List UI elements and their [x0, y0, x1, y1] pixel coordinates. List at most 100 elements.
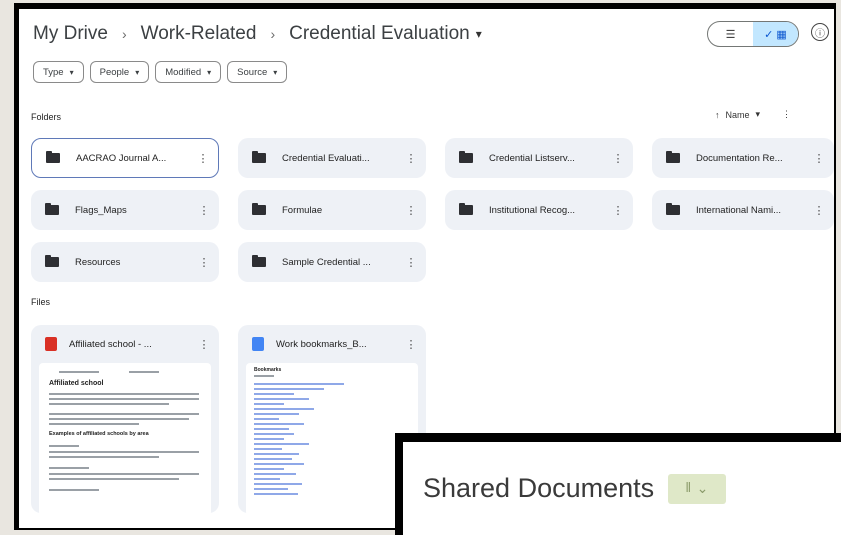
library-view-button[interactable]: 𝍪 ⌄	[668, 473, 727, 504]
breadcrumb-my-drive[interactable]: My Drive	[33, 23, 108, 45]
folder-name: Credential Evaluati...	[282, 152, 370, 164]
preview-link-line	[254, 413, 299, 415]
more-options-icon[interactable]: ⋮	[195, 256, 213, 269]
folder-item[interactable]: International Nami... ⋮	[652, 190, 834, 230]
chip-label: People	[99, 66, 130, 78]
preview-heading: Affiliated school	[49, 380, 104, 387]
breadcrumb-current-folder[interactable]: Credential Evaluation	[289, 23, 470, 45]
preview-line	[49, 393, 199, 395]
folder-name: Formulae	[282, 204, 323, 216]
sort-control: ↑ Name ▾ ⋮	[715, 109, 791, 120]
filter-chips: Type ▾ People ▾ Modified ▾ Source ▾	[33, 61, 288, 83]
preview-link-line	[254, 488, 288, 490]
chevron-down-icon[interactable]: ▾	[476, 27, 482, 41]
preview-line	[49, 489, 99, 491]
info-icon[interactable]: ⓘ	[811, 23, 829, 41]
shared-documents-title[interactable]: Shared Documents	[423, 473, 654, 504]
preview-link-line	[254, 433, 294, 435]
preview-line	[49, 478, 179, 480]
filter-modified-button[interactable]: Modified ▾	[155, 61, 222, 83]
breadcrumb-work-related[interactable]: Work-Related	[141, 23, 257, 45]
folder-item[interactable]: Documentation Re... ⋮	[652, 138, 834, 178]
more-options-icon[interactable]: ⋮	[402, 204, 420, 217]
preview-link-line	[254, 428, 289, 430]
more-options-icon[interactable]: ⋮	[810, 152, 828, 165]
preview-link-line	[254, 423, 304, 425]
preview-line	[129, 371, 159, 373]
more-options-icon[interactable]: ⋮	[195, 338, 213, 351]
folder-icon	[45, 255, 59, 267]
more-options-icon[interactable]: ⋮	[782, 109, 791, 120]
folder-item[interactable]: Sample Credential ... ⋮	[238, 242, 426, 282]
folder-item[interactable]: AACRAO Journal A... ⋮	[31, 138, 219, 178]
file-item[interactable]: Affiliated school - ... ⋮ Affiliated sch…	[31, 325, 219, 513]
sort-by-button[interactable]: Name	[726, 110, 750, 120]
preview-line	[49, 456, 159, 458]
more-options-icon[interactable]: ⋮	[609, 152, 627, 165]
more-options-icon[interactable]: ⋮	[810, 204, 828, 217]
preview-line	[49, 467, 89, 469]
folder-name: International Nami...	[696, 204, 782, 216]
chip-label: Type	[43, 66, 64, 78]
preview-line	[49, 403, 169, 405]
file-preview: Affiliated school Examples of affiliated…	[39, 363, 211, 513]
folder-name: AACRAO Journal A...	[76, 152, 167, 164]
preview-link-line	[254, 403, 284, 405]
sort-direction-icon[interactable]: ↑	[715, 110, 720, 120]
view-toggle: ☰ ✓ ▦	[707, 21, 799, 47]
preview-link-line	[254, 493, 298, 495]
folders-heading: Folders	[31, 112, 62, 122]
preview-link-line	[254, 453, 299, 455]
folder-name: Sample Credential ...	[282, 256, 371, 268]
more-options-icon[interactable]: ⋮	[194, 152, 212, 165]
chevron-down-icon: ▾	[69, 67, 74, 77]
preview-link-line	[254, 468, 284, 470]
folder-item[interactable]: Formulae ⋮	[238, 190, 426, 230]
chip-label: Modified	[165, 66, 202, 78]
folder-icon	[46, 151, 60, 163]
folder-icon	[252, 255, 266, 267]
folder-item[interactable]: Credential Evaluati... ⋮	[238, 138, 426, 178]
folder-item[interactable]: Flags_Maps ⋮	[31, 190, 219, 230]
filter-source-button[interactable]: Source ▾	[227, 61, 288, 83]
folder-name: Flags_Maps	[75, 204, 127, 216]
preview-link-line	[254, 478, 280, 480]
more-options-icon[interactable]: ⋮	[609, 204, 627, 217]
folder-item[interactable]: Resources ⋮	[31, 242, 219, 282]
preview-link-line	[254, 463, 304, 465]
preview-link-line	[254, 458, 292, 460]
folder-icon	[459, 151, 473, 163]
more-options-icon[interactable]: ⋮	[402, 338, 420, 351]
grid-icon: ✓ ▦	[764, 28, 787, 41]
folder-name: Documentation Re...	[696, 152, 783, 164]
breadcrumb-separator: ›	[270, 26, 276, 42]
folder-name: Resources	[75, 256, 121, 268]
preview-line	[49, 423, 139, 425]
more-options-icon[interactable]: ⋮	[195, 204, 213, 217]
files-heading: Files	[31, 297, 51, 307]
folder-icon	[252, 151, 266, 163]
chevron-down-icon[interactable]: ▾	[756, 109, 761, 120]
folder-item[interactable]: Institutional Recog... ⋮	[445, 190, 633, 230]
preview-link-line	[254, 418, 279, 420]
more-options-icon[interactable]: ⋮	[402, 256, 420, 269]
filter-type-button[interactable]: Type ▾	[33, 61, 84, 83]
filter-people-button[interactable]: People ▾	[89, 61, 150, 83]
list-view-button[interactable]: ☰	[708, 22, 753, 46]
preview-link-line	[254, 473, 296, 475]
breadcrumb-separator: ›	[121, 26, 127, 42]
file-preview: Bookmarks	[246, 363, 418, 513]
preview-link-line	[254, 388, 324, 390]
folder-icon	[666, 203, 680, 215]
preview-line	[49, 418, 189, 420]
folder-name: Institutional Recog...	[489, 204, 576, 216]
preview-link-line	[254, 393, 294, 395]
chevron-down-icon: ▾	[273, 67, 278, 77]
folder-icon	[252, 203, 266, 215]
grid-view-button[interactable]: ✓ ▦	[753, 22, 798, 46]
more-options-icon[interactable]: ⋮	[402, 152, 420, 165]
preview-line	[49, 451, 199, 453]
library-icon: 𝍪	[685, 478, 691, 495]
folder-item[interactable]: Credential Listserv... ⋮	[445, 138, 633, 178]
preview-line	[49, 473, 199, 475]
